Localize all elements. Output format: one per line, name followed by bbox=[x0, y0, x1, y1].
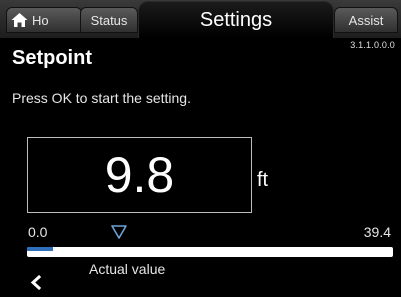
instruction-text: Press OK to start the setting. bbox=[12, 90, 191, 106]
triangle-down-icon bbox=[110, 225, 127, 239]
tab-assist-label: Assist bbox=[348, 12, 384, 28]
home-icon bbox=[11, 13, 28, 27]
tab-status-label: Status bbox=[90, 12, 128, 28]
chevron-left-icon[interactable] bbox=[30, 275, 42, 290]
tab-home[interactable]: Ho bbox=[6, 7, 82, 33]
tab-assist[interactable]: Assist bbox=[334, 7, 398, 33]
tab-settings-label: Settings bbox=[199, 8, 273, 31]
tab-status[interactable]: Status bbox=[80, 7, 138, 33]
tab-settings[interactable]: Settings bbox=[138, 1, 334, 38]
setpoint-value-field[interactable]: 9.8 bbox=[27, 137, 252, 213]
range-min-label: 0.0 bbox=[28, 224, 48, 240]
setpoint-value: 9.8 bbox=[104, 147, 175, 203]
range-max-label: 39.4 bbox=[363, 224, 391, 240]
screen: Ho Status Settings Assist 3.1.1.0.0.0 Se… bbox=[0, 0, 401, 297]
page-title: Setpoint bbox=[12, 47, 92, 69]
setpoint-unit: ft bbox=[257, 169, 269, 191]
tab-bar: Ho Status Settings Assist bbox=[0, 0, 401, 38]
version-label: 3.1.1.0.0.0 bbox=[350, 40, 395, 50]
actual-value-fill bbox=[27, 247, 53, 251]
actual-value-label: Actual value bbox=[89, 261, 166, 277]
setpoint-range-bar[interactable] bbox=[27, 247, 393, 257]
tab-home-label: Ho bbox=[32, 12, 49, 28]
